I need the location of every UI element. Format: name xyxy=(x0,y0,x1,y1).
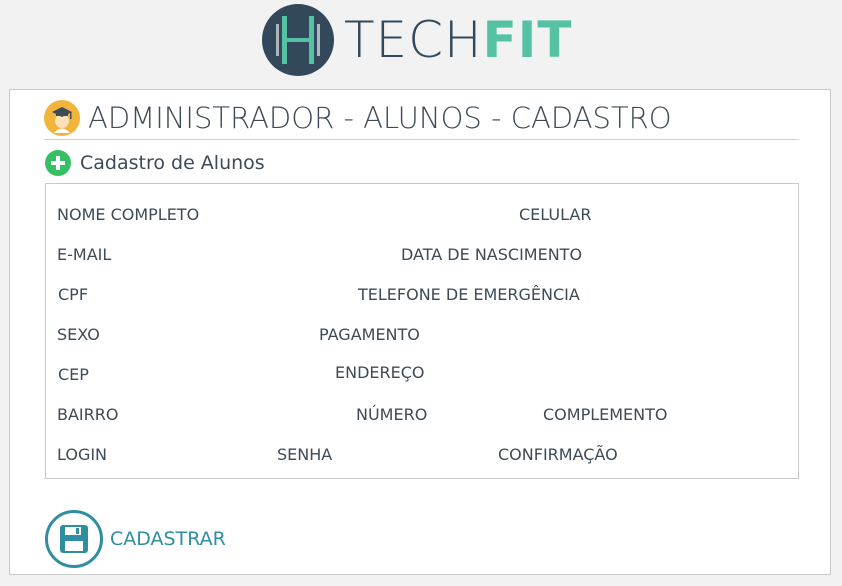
field-endereco[interactable]: ENDEREÇO xyxy=(335,363,425,383)
field-telefone-emergencia[interactable]: TELEFONE DE EMERGÊNCIA xyxy=(358,285,580,305)
page-title: ADMINISTRADOR - ALUNOS - CADASTRO xyxy=(88,101,672,135)
section-title: Cadastro de Alunos xyxy=(80,152,265,174)
field-email[interactable]: E-MAIL xyxy=(57,245,111,265)
field-nome-completo[interactable]: NOME COMPLETO xyxy=(57,205,199,225)
field-cep[interactable]: CEP xyxy=(58,365,89,385)
title-divider xyxy=(44,139,799,140)
field-sexo[interactable]: SEXO xyxy=(57,325,100,345)
field-pagamento[interactable]: PAGAMENTO xyxy=(319,325,420,345)
field-numero[interactable]: NÚMERO xyxy=(356,405,427,425)
main-panel: ADMINISTRADOR - ALUNOS - CADASTRO Cadast… xyxy=(9,89,831,575)
field-login[interactable]: LOGIN xyxy=(57,445,107,465)
field-complemento[interactable]: COMPLEMENTO xyxy=(543,405,668,425)
field-confirmacao[interactable]: CONFIRMAÇÃO xyxy=(498,445,618,465)
brand-name-tech: TECH xyxy=(344,11,483,69)
brand-name-fit: FIT xyxy=(482,11,573,69)
field-cpf[interactable]: CPF xyxy=(58,285,88,305)
brand-name: TECHFIT xyxy=(344,10,573,70)
plus-circle-icon xyxy=(45,150,71,176)
graduate-icon xyxy=(44,100,80,136)
field-senha[interactable]: SENHA xyxy=(277,445,332,465)
logo-h-icon xyxy=(262,4,334,76)
field-celular[interactable]: CELULAR xyxy=(519,205,591,225)
techfit-logo: TECHFIT xyxy=(262,4,582,78)
field-data-nascimento[interactable]: DATA DE NASCIMENTO xyxy=(401,245,582,265)
field-bairro[interactable]: BAIRRO xyxy=(57,405,118,425)
floppy-disk-icon[interactable] xyxy=(45,510,103,568)
student-form: NOME COMPLETO CELULAR E-MAIL DATA DE NAS… xyxy=(45,183,799,479)
cadastrar-button[interactable]: CADASTRAR xyxy=(110,527,226,551)
